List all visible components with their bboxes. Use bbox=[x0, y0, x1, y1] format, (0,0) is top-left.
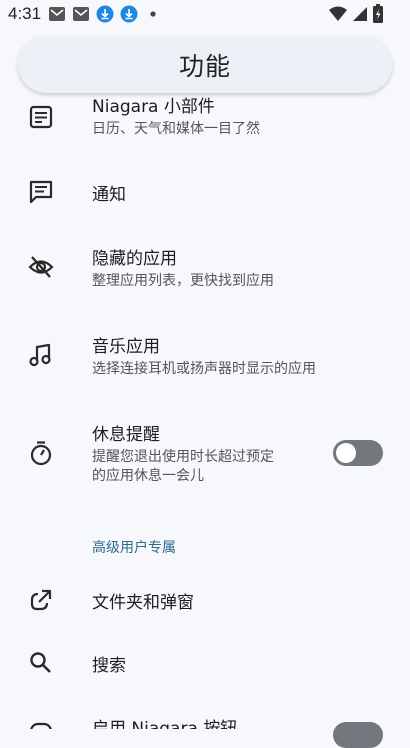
feature-item-notifications[interactable]: 通知 bbox=[0, 160, 410, 222]
status-notification-icons bbox=[48, 5, 162, 23]
button-icon bbox=[28, 718, 54, 729]
eye-off-icon bbox=[28, 254, 54, 280]
mail-icon bbox=[72, 5, 90, 23]
download-icon bbox=[120, 5, 138, 23]
feature-item-subtitle: 选择连接耳机或扬声器时显示的应用 bbox=[92, 361, 316, 377]
message-icon bbox=[28, 179, 54, 205]
feature-item-subtitle-line1: 提醒您退出使用时长超过预定 bbox=[92, 449, 274, 465]
search-icon bbox=[28, 650, 54, 676]
feature-item-title: 文件夹和弹窗 bbox=[92, 593, 194, 613]
status-system-icons bbox=[328, 4, 384, 28]
section-header-power-user: 高级用户专属 bbox=[92, 540, 176, 556]
battery-icon bbox=[372, 4, 384, 28]
feature-item-title: 通知 bbox=[92, 185, 126, 205]
widget-icon bbox=[28, 104, 54, 130]
page-title-bar: 功能 bbox=[18, 36, 392, 93]
feature-item-title: 搜索 bbox=[92, 656, 126, 676]
niagara-button-toggle[interactable] bbox=[333, 722, 383, 748]
feature-item-title: 隐藏的应用 bbox=[92, 249, 177, 269]
music-icon bbox=[28, 342, 54, 368]
toggle-knob bbox=[336, 443, 356, 463]
dot-icon bbox=[144, 5, 162, 23]
feature-item-search[interactable]: 搜索 bbox=[0, 643, 410, 683]
feature-item-subtitle: 整理应用列表，更快找到应用 bbox=[92, 273, 274, 289]
feature-item-music-apps[interactable]: 音乐应用 选择连接耳机或扬声器时显示的应用 bbox=[0, 324, 410, 394]
page-title: 功能 bbox=[178, 51, 231, 81]
status-bar: 4:31 bbox=[0, 0, 410, 28]
feature-item-title: Niagara 小部件 bbox=[92, 97, 215, 117]
timer-icon bbox=[28, 440, 54, 466]
feature-item-subtitle-line2: 的应用休息一会儿 bbox=[92, 468, 204, 484]
wifi-icon bbox=[328, 5, 348, 27]
feature-item-subtitle: 日历、天气和媒体一目了然 bbox=[92, 121, 260, 137]
feature-item-hidden-apps[interactable]: 隐藏的应用 整理应用列表，更快找到应用 bbox=[0, 236, 410, 306]
open-external-icon bbox=[28, 587, 54, 613]
mail-icon bbox=[48, 5, 66, 23]
download-icon bbox=[96, 5, 114, 23]
feature-item-widgets[interactable]: Niagara 小部件 日历、天气和媒体一目了然 bbox=[0, 86, 410, 156]
break-reminder-toggle[interactable] bbox=[333, 440, 383, 466]
signal-icon bbox=[352, 5, 368, 27]
feature-item-title: 休息提醒 bbox=[92, 425, 160, 445]
feature-item-title: 启用 Niagara 按钮 bbox=[92, 719, 238, 729]
feature-item-folders-popups[interactable]: 文件夹和弹窗 bbox=[0, 580, 410, 620]
feature-item-title: 音乐应用 bbox=[92, 337, 160, 357]
status-time: 4:31 bbox=[8, 4, 42, 23]
